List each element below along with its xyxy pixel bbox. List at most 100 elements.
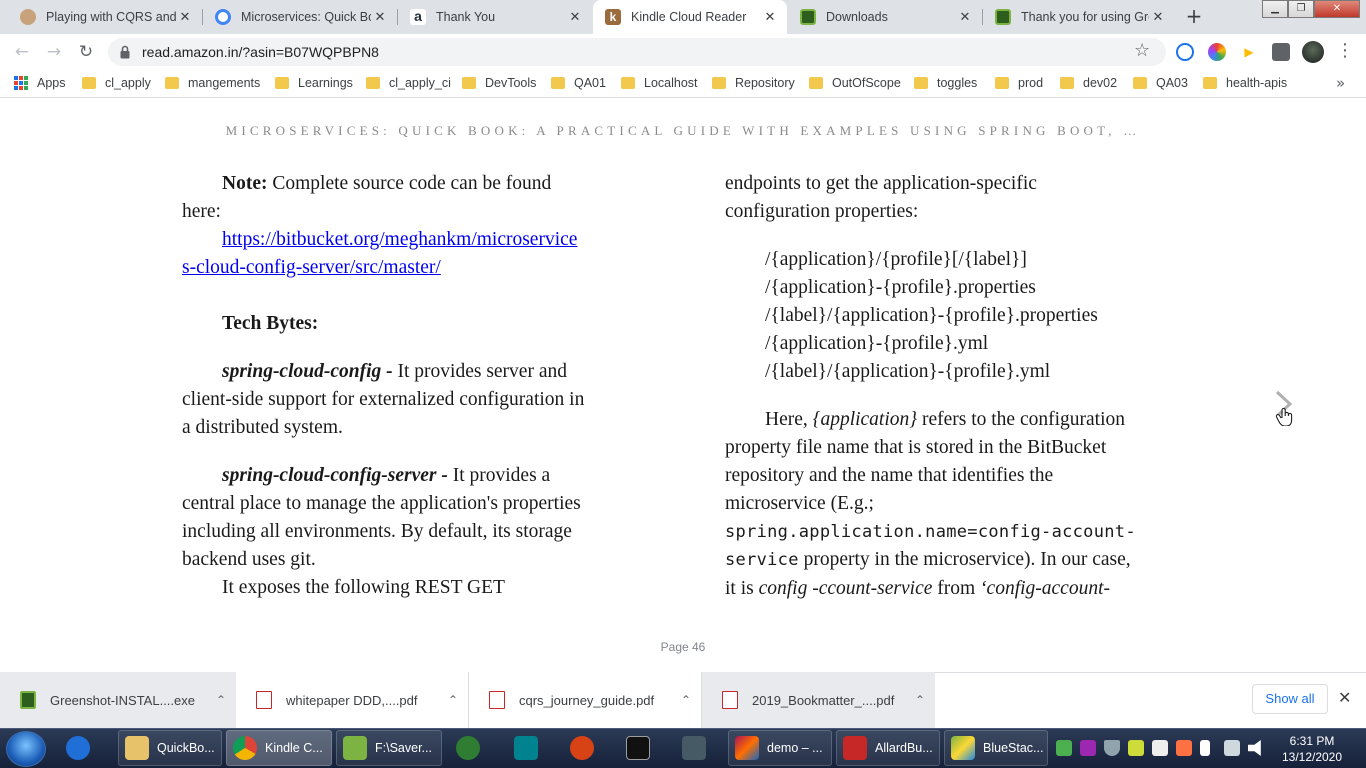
taskbar-label: QuickBo... — [157, 741, 215, 755]
taskbar-item[interactable] — [66, 730, 106, 766]
close-icon[interactable]: ✕ — [176, 9, 194, 25]
bookmark-label: DevTools — [485, 76, 537, 90]
bookmark-folder[interactable]: QA03 — [1133, 76, 1188, 90]
bookmark-folder[interactable]: toggles — [914, 76, 977, 90]
close-icon[interactable]: ✕ — [566, 9, 584, 25]
avatar-favicon-icon — [20, 9, 36, 25]
profile-avatar[interactable] — [1302, 41, 1324, 63]
taskbar-label: F:\Saver... — [375, 741, 432, 755]
taskbar-item[interactable] — [682, 730, 714, 766]
tab-0[interactable]: Playing with CQRS and E ✕ — [8, 0, 202, 34]
tab-3-active[interactable]: k Kindle Cloud Reader ✕ — [593, 0, 787, 34]
close-icon[interactable]: ✕ — [956, 9, 974, 25]
bookmark-folder[interactable]: prod — [995, 76, 1043, 90]
taskbar-item[interactable] — [456, 730, 488, 766]
tray-app-icon[interactable] — [1080, 740, 1096, 756]
bookmark-folder[interactable]: Learnings — [275, 76, 353, 90]
paragraph-line: including all environments. By default, … — [182, 521, 572, 542]
tray-app-icon[interactable] — [1176, 740, 1192, 756]
taskbar-item[interactable] — [514, 730, 546, 766]
tab-title: Kindle Cloud Reader — [631, 10, 747, 24]
play-extension-icon[interactable]: ▶ — [1240, 43, 1258, 61]
window-close-button[interactable]: ✕ — [1314, 0, 1360, 18]
taskbar-label: demo – ... — [767, 741, 823, 755]
apps-grid-icon — [14, 76, 28, 90]
bookmark-folder[interactable]: cl_apply_ci — [366, 76, 451, 90]
bookmarks-overflow-button[interactable]: » — [1336, 74, 1345, 92]
taskbar-item-active[interactable]: Kindle C... — [226, 730, 332, 766]
new-tab-button[interactable]: + — [1180, 4, 1208, 30]
close-download-shelf-icon[interactable]: ✕ — [1338, 688, 1351, 707]
snipping-tool-icon — [570, 736, 594, 760]
chevron-up-icon[interactable]: ⌃ — [206, 693, 236, 707]
tab-title: Playing with CQRS and E — [46, 10, 176, 24]
paragraph-line: central place to manage the application'… — [182, 493, 581, 514]
chrome-menu-button[interactable]: ⋮ — [1336, 40, 1354, 61]
bookmark-folder[interactable]: mangements — [165, 76, 260, 90]
taskbar-item[interactable] — [626, 730, 658, 766]
tray-shield-icon[interactable] — [1104, 740, 1120, 756]
tab-4[interactable]: Downloads ✕ — [788, 0, 982, 34]
colorpick-extension-icon[interactable] — [1176, 43, 1194, 61]
tray-app-icon[interactable] — [1128, 740, 1144, 756]
bookmark-folder[interactable]: Repository — [712, 76, 795, 90]
source-link[interactable]: https://bitbucket.org/meghankm/microserv… — [222, 229, 577, 250]
forward-button[interactable]: → — [42, 40, 66, 64]
application-term: {application} — [812, 409, 918, 430]
tab-1[interactable]: Microservices: Quick Boo ✕ — [203, 0, 397, 34]
show-all-downloads-button[interactable]: Show all — [1252, 684, 1328, 714]
folder-icon — [462, 77, 476, 89]
tab-5[interactable]: Thank you for using Gre ✕ — [983, 0, 1175, 34]
color-wheel-extension-icon[interactable] — [1208, 43, 1226, 61]
close-icon[interactable]: ✕ — [761, 9, 779, 25]
network-icon[interactable] — [1224, 740, 1240, 756]
taskbar-item[interactable]: BlueStac... — [944, 730, 1048, 766]
download-item[interactable]: Greenshot-INSTAL....exe ⌃ — [0, 672, 236, 728]
puzzle-extensions-icon[interactable] — [1272, 43, 1290, 61]
system-clock[interactable]: 6:31 PM 13/12/2020 — [1272, 733, 1352, 765]
back-button[interactable]: ← — [10, 40, 34, 64]
download-item[interactable]: 2019_Bookmatter_....pdf ⌃ — [702, 672, 935, 728]
bookmark-folder[interactable]: QA01 — [551, 76, 606, 90]
chevron-up-icon[interactable]: ⌃ — [438, 693, 468, 707]
minimize-button[interactable]: ▁ — [1262, 0, 1288, 18]
start-button[interactable] — [6, 731, 46, 767]
restore-button[interactable]: ❐ — [1288, 0, 1314, 18]
tab-title: Downloads — [826, 10, 888, 24]
tab-2[interactable]: a Thank You ✕ — [398, 0, 592, 34]
source-link[interactable]: s-cloud-config-server/src/master/ — [182, 257, 441, 278]
close-icon[interactable]: ✕ — [1149, 9, 1167, 25]
bookmark-folder[interactable]: dev02 — [1060, 76, 1117, 90]
bookmark-folder[interactable]: DevTools — [462, 76, 536, 90]
taskbar-item[interactable] — [570, 730, 602, 766]
chevron-up-icon[interactable]: ⌃ — [905, 693, 935, 707]
taskbar-item[interactable]: demo – ... — [728, 730, 832, 766]
bookmark-folder[interactable]: health-apis — [1203, 76, 1287, 90]
bookmark-star-icon[interactable]: ☆ — [1134, 40, 1150, 61]
chevron-up-icon[interactable]: ⌃ — [671, 693, 701, 707]
tray-greenshot-icon[interactable] — [1056, 740, 1072, 756]
clock-time: 6:31 PM — [1289, 734, 1335, 748]
intellij-icon — [735, 736, 759, 760]
download-item[interactable]: whitepaper DDD,....pdf ⌃ — [236, 672, 469, 728]
bookmark-label: cl_apply — [105, 76, 151, 90]
paragraph-line: client-side support for externalized con… — [182, 389, 585, 410]
tray-app-icon[interactable] — [1152, 740, 1168, 756]
taskbar-item[interactable]: F:\Saver... — [336, 730, 442, 766]
source-link-line-1[interactable]: https://bitbucket.org/meghankm/microserv… — [222, 226, 577, 254]
url-text[interactable]: read.amazon.in/?asin=B07WQPBPN8 — [142, 44, 379, 60]
lock-icon[interactable] — [120, 45, 130, 59]
bookmark-folder[interactable]: cl_apply — [82, 76, 151, 90]
reload-button[interactable]: ↻ — [74, 40, 98, 64]
kindle-favicon-icon: k — [605, 9, 621, 25]
bookmark-apps[interactable]: Apps — [14, 76, 66, 90]
source-link-line-2[interactable]: s-cloud-config-server/src/master/ — [182, 254, 441, 282]
flag-icon[interactable] — [1200, 740, 1210, 756]
close-icon[interactable]: ✕ — [371, 9, 389, 25]
next-page-arrow-icon[interactable] — [1268, 386, 1302, 426]
bookmark-folder[interactable]: Localhost — [621, 76, 698, 90]
bookmark-folder[interactable]: OutOfScope — [809, 76, 901, 90]
taskbar-item[interactable]: AllardBu... — [836, 730, 940, 766]
download-item[interactable]: cqrs_journey_guide.pdf ⌃ — [469, 672, 702, 728]
taskbar-item[interactable]: QuickBo... — [118, 730, 222, 766]
